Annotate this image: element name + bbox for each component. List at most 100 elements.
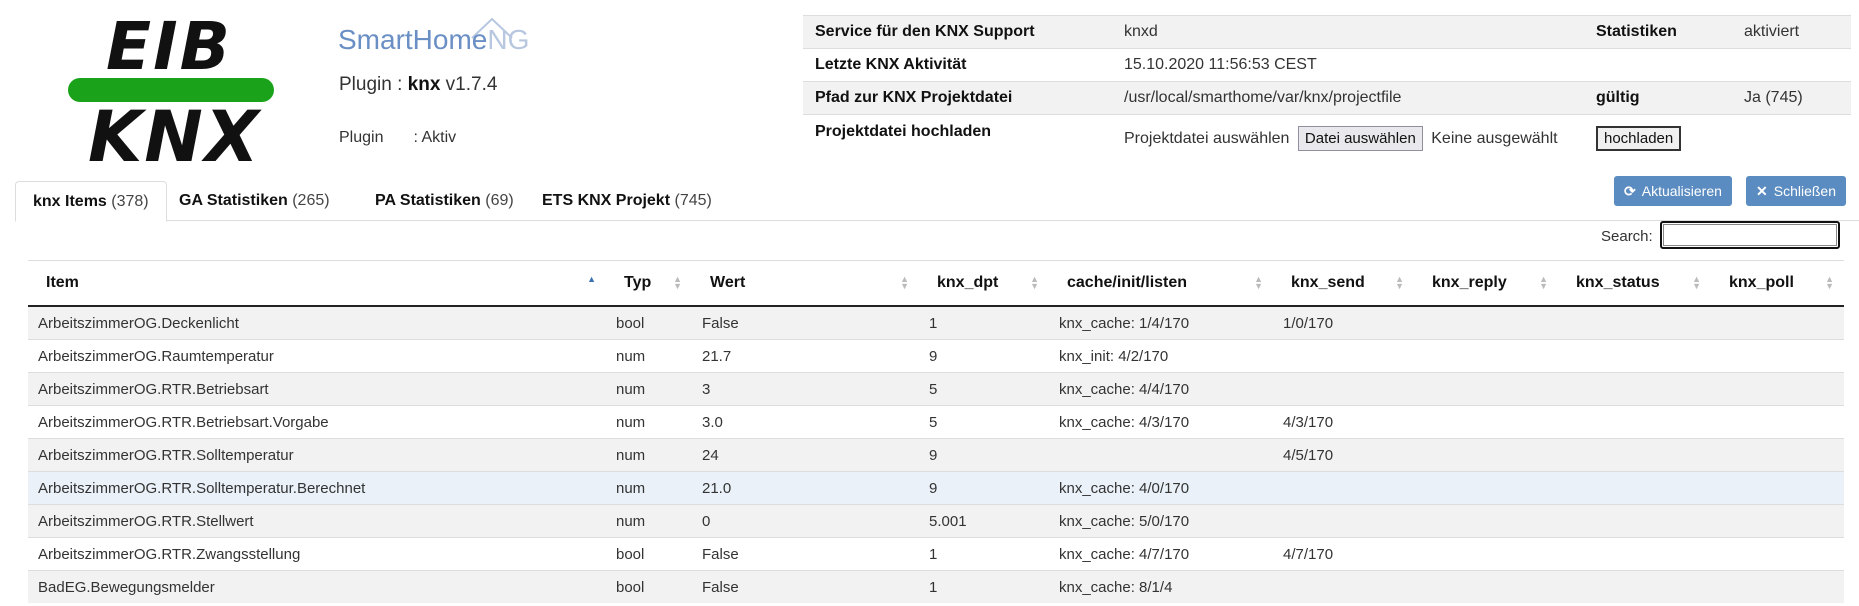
- plugin-name: knx: [407, 74, 441, 95]
- table-cell: 1: [919, 305, 1049, 340]
- upload-prompt: Projektdatei auswählen: [1124, 129, 1290, 147]
- table-cell: knx_cache: 1/4/170: [1049, 305, 1273, 340]
- choose-file-button[interactable]: Datei auswählen: [1297, 125, 1423, 151]
- table-cell: BadEG.Bewegungsmelder: [28, 570, 606, 603]
- table-cell: [1558, 537, 1711, 571]
- table-cell: [1414, 405, 1558, 439]
- table-cell: knx_cache: 4/7/170: [1049, 537, 1273, 571]
- column-header[interactable]: Typ ▲ ▼: [606, 260, 692, 307]
- path-value: /usr/local/smarthome/var/knx/projectfile: [1112, 81, 1584, 115]
- sort-icon: ▲ ▼: [1692, 274, 1701, 291]
- activity-value: 15.10.2020 11:56:53 CEST: [1112, 48, 1584, 82]
- brand-suffix: NG: [487, 24, 530, 55]
- table-cell: [1414, 372, 1558, 406]
- table-row[interactable]: ArbeitszimmerOG.RTR.Betriebsart num 3 5 knx_…: [28, 372, 1844, 406]
- column-header-label: Item: [46, 274, 79, 291]
- table-cell: [1414, 339, 1558, 373]
- plugin-prefix: Plugin :: [339, 74, 408, 95]
- eib-knx-logo: EIB KNX: [66, 8, 278, 178]
- table-cell: False: [692, 570, 919, 603]
- table-cell: [1414, 438, 1558, 472]
- table-cell: ArbeitszimmerOG.RTR.Solltemperatur: [28, 438, 606, 472]
- table-cell: [1711, 537, 1844, 571]
- sort-icon: ▲ ▼: [1030, 274, 1039, 291]
- sort-icon: ▲ ▼: [1825, 274, 1834, 291]
- logo-eib-text: EIB: [106, 8, 232, 85]
- table-cell: num: [606, 339, 692, 373]
- column-header[interactable]: knx_dpt ▲ ▼: [919, 260, 1049, 307]
- tab-knx-items[interactable]: knx Items (378): [15, 181, 167, 222]
- tab-count: (378): [111, 193, 149, 210]
- table-cell: 3: [692, 372, 919, 406]
- table-cell: [1414, 471, 1558, 505]
- column-header[interactable]: knx_poll ▲ ▼: [1711, 260, 1844, 307]
- table-cell: ArbeitszimmerOG.RTR.Solltemperatur.Berec…: [28, 471, 606, 505]
- table-row[interactable]: ArbeitszimmerOG.RTR.Stellwert num 0 5.001 kn…: [28, 504, 1844, 538]
- table-cell: bool: [606, 570, 692, 603]
- column-header[interactable]: knx_send ▲ ▼: [1273, 260, 1414, 307]
- stats-label: Statistiken: [1584, 15, 1732, 49]
- sort-icon: ▲ ▼: [1539, 274, 1548, 291]
- brand-main: SmartHome: [338, 24, 488, 55]
- sort-icon: ▲ ▼: [673, 274, 682, 291]
- table-cell: [1273, 372, 1414, 406]
- tab-ga-statistiken[interactable]: GA Statistiken (265): [162, 181, 347, 221]
- upload-field: Projektdatei auswählen Datei auswählen K…: [1112, 114, 1584, 161]
- sort-icon: ▲ ▼: [1254, 274, 1263, 291]
- table-cell: ArbeitszimmerOG.RTR.Zwangsstellung: [28, 537, 606, 571]
- table-row[interactable]: ArbeitszimmerOG.RTR.Solltemperatur.Berec…: [28, 471, 1844, 505]
- table-row[interactable]: ArbeitszimmerOG.Deckenlicht bool False 1 knx…: [28, 305, 1844, 340]
- column-header[interactable]: Item ▲: [28, 260, 606, 307]
- table-cell: num: [606, 504, 692, 538]
- tab-label: knx Items: [33, 193, 107, 210]
- tab-count: (69): [485, 192, 514, 209]
- table-row[interactable]: ArbeitszimmerOG.RTR.Solltemperatur num 24 9…: [28, 438, 1844, 472]
- search-input[interactable]: [1660, 221, 1840, 249]
- column-header[interactable]: cache/init/listen ▲ ▼: [1049, 260, 1273, 307]
- column-header-label: Wert: [710, 274, 746, 291]
- table-row[interactable]: BadEG.Bewegungsmelder bool False 1 knx_cache…: [28, 570, 1844, 603]
- column-header[interactable]: knx_status ▲ ▼: [1558, 260, 1711, 307]
- plugin-state: Plugin: Aktiv: [339, 129, 456, 147]
- tab-pa-statistiken[interactable]: PA Statistiken (69): [358, 181, 531, 221]
- table-cell: knx_init: 4/2/170: [1049, 339, 1273, 373]
- column-header[interactable]: Wert ▲ ▼: [692, 260, 919, 307]
- column-header-label: knx_send: [1291, 274, 1365, 291]
- table-cell: [1273, 504, 1414, 538]
- table-row[interactable]: ArbeitszimmerOG.RTR.Zwangsstellung bool Fa…: [28, 537, 1844, 571]
- table-cell: [1711, 471, 1844, 505]
- table-cell: [1711, 438, 1844, 472]
- table-row[interactable]: ArbeitszimmerOG.RTR.Betriebsart.Vorgabe n…: [28, 405, 1844, 439]
- table-cell: 0: [692, 504, 919, 538]
- table-row[interactable]: ArbeitszimmerOG.Raumtemperatur num 21.7 9 kn…: [28, 339, 1844, 373]
- smarthomeng-logo: SmartHomeNG: [338, 17, 529, 58]
- tab-count: (265): [292, 192, 330, 209]
- table-cell: [1711, 504, 1844, 538]
- table-cell: 5: [919, 372, 1049, 406]
- table-cell: [1049, 438, 1273, 472]
- table-cell: knx_cache: 4/0/170: [1049, 471, 1273, 505]
- column-header-label: knx_poll: [1729, 274, 1794, 291]
- table-cell: bool: [606, 537, 692, 571]
- table-cell: 3.0: [692, 405, 919, 439]
- logo-knx-text: KNX: [88, 96, 261, 178]
- table-header-row: Item ▲ Typ ▲ ▼ Wert ▲ ▼ knx_dpt ▲ ▼ cache/init/lis…: [28, 260, 1844, 307]
- table-cell: 9: [919, 438, 1049, 472]
- upload-label: Projektdatei hochladen: [803, 114, 1112, 161]
- upload-button[interactable]: hochladen: [1596, 125, 1682, 151]
- plugin-info-table: Service für den KNX Support knxd Statist…: [803, 15, 1851, 161]
- table-cell: [1558, 438, 1711, 472]
- table-cell: 9: [919, 471, 1049, 505]
- tab-ets-knx-projekt[interactable]: ETS KNX Projekt (745): [525, 181, 729, 221]
- stats-value: aktiviert: [1732, 15, 1851, 49]
- table-cell: 5: [919, 405, 1049, 439]
- column-header[interactable]: knx_reply ▲ ▼: [1414, 260, 1558, 307]
- table-cell: 4/7/170: [1273, 537, 1414, 571]
- table-cell: ArbeitszimmerOG.RTR.Betriebsart: [28, 372, 606, 406]
- plugin-state-label: Plugin: [339, 129, 384, 146]
- table-cell: [1711, 305, 1844, 340]
- table-cell: knx_cache: 4/4/170: [1049, 372, 1273, 406]
- table-cell: 5.001: [919, 504, 1049, 538]
- table-cell: 1/0/170: [1273, 305, 1414, 340]
- column-header-label: knx_reply: [1432, 274, 1507, 291]
